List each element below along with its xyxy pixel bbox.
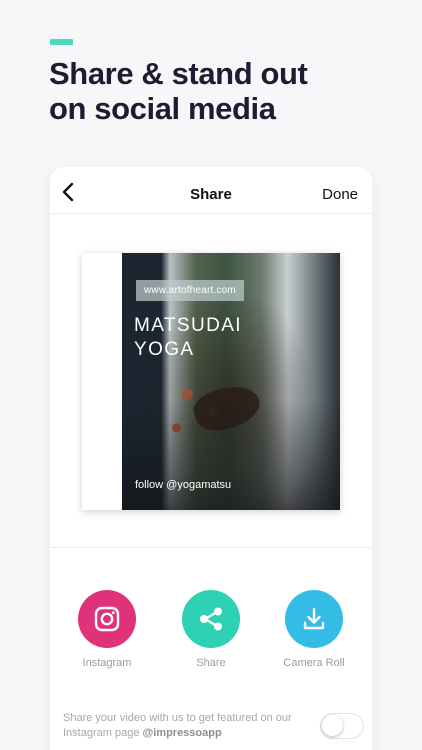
share-icon [200,607,222,631]
preview-area: www.artofheart.com MATSUDAI YOGA follow … [50,214,372,548]
follow-caption: follow @yogamatsu [135,479,232,491]
camera-roll-circle [285,590,343,648]
headline-line-2: on social media [49,91,276,126]
navigation-bar: Share Done [50,167,372,214]
preview-photo: www.artofheart.com MATSUDAI YOGA follow … [122,253,340,510]
headline-line-1: Share & stand out [49,56,308,91]
accent-bar [50,39,73,45]
instagram-circle [78,590,136,648]
done-button[interactable]: Done [322,186,358,203]
featured-toggle[interactable] [320,713,364,739]
camera-roll-label: Camera Roll [283,657,345,669]
instagram-button[interactable]: Instagram [52,590,162,669]
video-preview[interactable]: www.artofheart.com MATSUDAI YOGA follow … [82,253,340,510]
share-button[interactable]: Share [156,590,266,669]
download-icon [303,607,325,630]
toggle-knob [322,715,343,736]
camera-roll-button[interactable]: Camera Roll [259,590,369,669]
url-chip: www.artofheart.com [136,280,244,301]
brand-title-line-2: YOGA [134,339,195,360]
instagram-handle: @impressoapp [142,727,222,739]
brand-title-line-1: MATSUDAI [134,315,242,336]
share-actions: Instagram Share Camera Roll [50,548,372,688]
instagram-icon [94,606,120,632]
page-headline: Share & stand out on social media [49,56,389,126]
share-label: Share [196,657,226,669]
instagram-label: Instagram [82,657,132,669]
featured-description: Share your video with us to get featured… [63,711,321,741]
share-card: Share Done www.artofheart.com MATSUDAI Y… [50,167,372,750]
share-circle [182,590,240,648]
